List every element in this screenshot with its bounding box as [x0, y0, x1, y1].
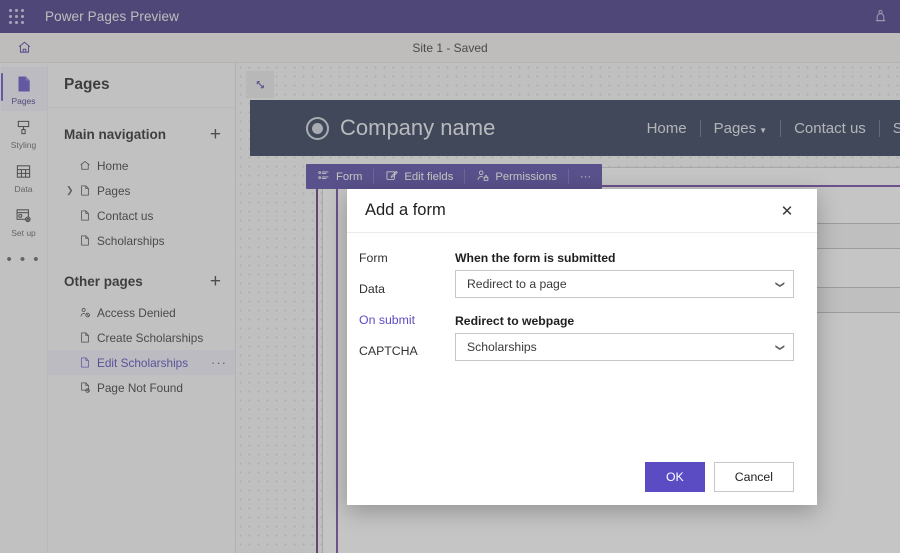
redirect-to-webpage-dropdown[interactable]: Scholarships ❯ — [455, 333, 794, 361]
chevron-down-icon: ❯ — [775, 280, 786, 288]
chevron-down-icon: ❯ — [775, 343, 786, 351]
cancel-button[interactable]: Cancel — [714, 462, 794, 492]
dialog-step-data[interactable]: Data — [359, 282, 455, 296]
dialog-main-pane: When the form is submitted Redirect to a… — [455, 251, 817, 449]
dialog-header: Add a form ✕ — [347, 189, 817, 233]
field-label-when-form-submitted: When the form is submitted — [455, 251, 794, 265]
field-when-form-submitted: When the form is submitted Redirect to a… — [455, 251, 794, 298]
add-a-form-dialog: Add a form ✕ Form Data On submit CAPTCHA… — [347, 189, 817, 505]
when-form-submitted-value: Redirect to a page — [467, 277, 776, 291]
dialog-footer: OK Cancel — [347, 449, 817, 505]
field-redirect-to-webpage: Redirect to webpage Scholarships ❯ — [455, 314, 794, 361]
dialog-step-form[interactable]: Form — [359, 251, 455, 265]
ok-button[interactable]: OK — [645, 462, 705, 492]
redirect-to-webpage-value: Scholarships — [467, 340, 776, 354]
field-label-redirect-to-webpage: Redirect to webpage — [455, 314, 794, 328]
dialog-step-captcha[interactable]: CAPTCHA — [359, 344, 455, 358]
dialog-step-on-submit[interactable]: On submit — [359, 313, 455, 327]
close-icon[interactable]: ✕ — [773, 197, 801, 225]
when-form-submitted-dropdown[interactable]: Redirect to a page ❯ — [455, 270, 794, 298]
dialog-title: Add a form — [365, 201, 446, 220]
app-root: Power Pages Preview Site 1 - Saved — [0, 0, 900, 553]
dialog-step-nav: Form Data On submit CAPTCHA — [347, 251, 455, 449]
dialog-body: Form Data On submit CAPTCHA When the for… — [347, 233, 817, 449]
